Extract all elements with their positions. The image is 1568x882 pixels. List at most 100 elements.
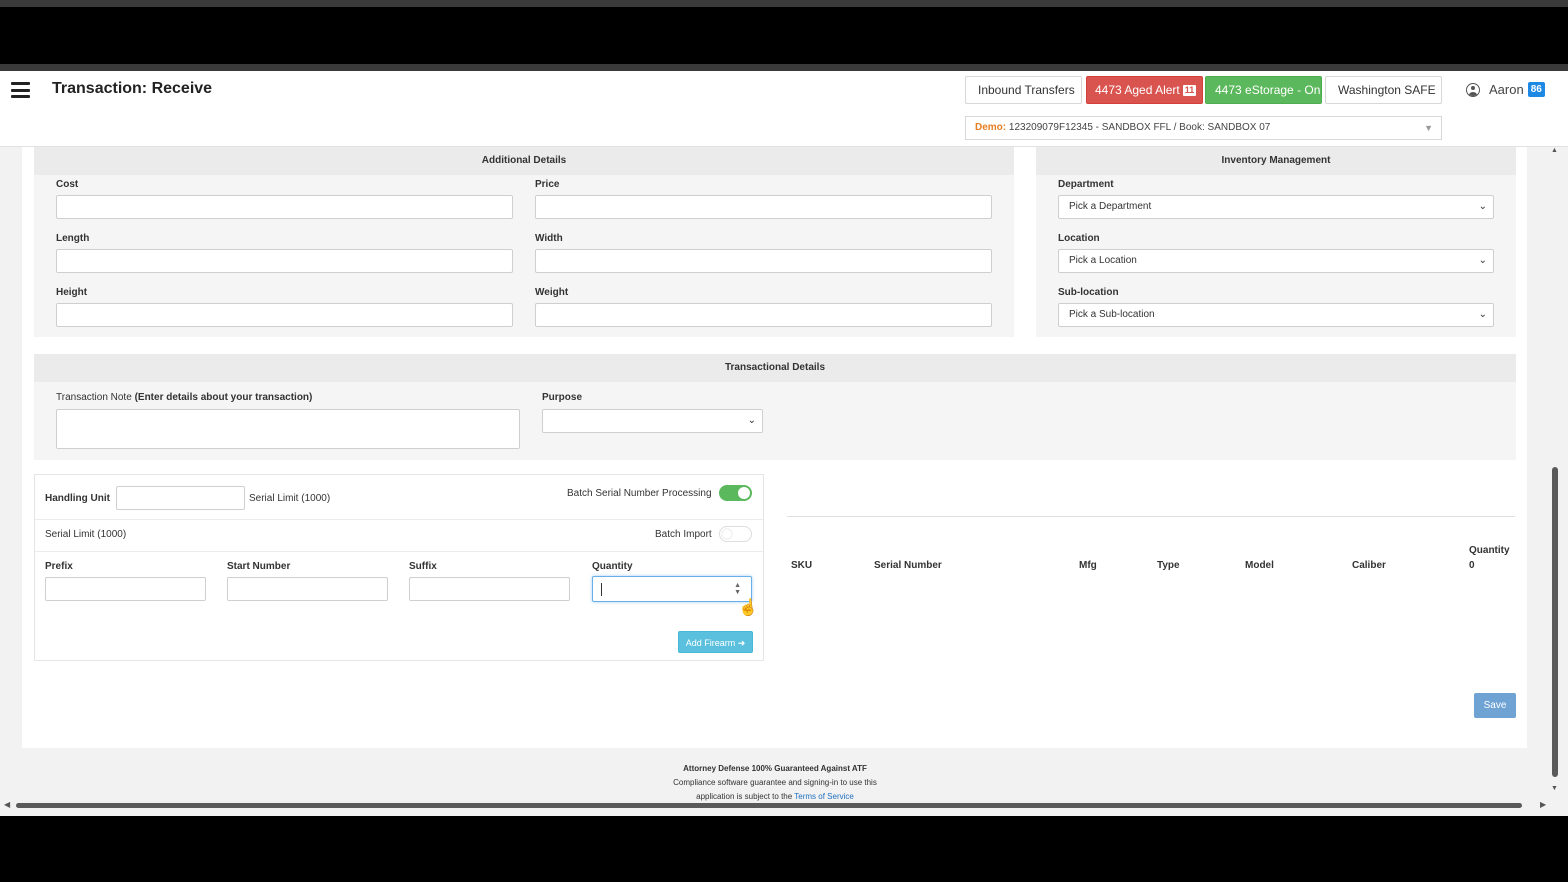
horizontal-scrollbar[interactable]: ◀ ▶: [0, 799, 1555, 811]
scroll-right-icon[interactable]: ▶: [1540, 800, 1546, 809]
user-menu[interactable]: Aaron 86: [1466, 82, 1545, 97]
inbound-transfers-button[interactable]: Inbound Transfers: [965, 76, 1082, 104]
serial-limit-text: Serial Limit (1000): [249, 493, 331, 504]
height-input[interactable]: [56, 303, 513, 327]
length-input[interactable]: [56, 249, 513, 273]
transaction-note-label: Transaction Note (Enter details about yo…: [56, 392, 312, 403]
column-header-mfg[interactable]: Mfg: [1079, 560, 1097, 571]
batch-import-toggle[interactable]: [719, 526, 752, 542]
suffix-label: Suffix: [409, 561, 437, 572]
horizontal-scroll-thumb[interactable]: [16, 803, 1522, 808]
height-label: Height: [56, 287, 88, 298]
demo-label: Demo:: [975, 122, 1007, 133]
table-header-divider: [787, 516, 1515, 517]
transaction-form-card: Additional Details Cost Price Length Wid…: [22, 147, 1527, 748]
scroll-up-icon[interactable]: ▲: [1551, 147, 1558, 154]
ffl-book-value: 123209079F12345 - SANDBOX FFL / Book: SA…: [1008, 122, 1271, 133]
chevron-down-icon: ▼: [1424, 123, 1433, 133]
ffl-book-select[interactable]: Demo: 123209079F12345 - SANDBOX FFL / Bo…: [965, 116, 1442, 140]
column-header-type[interactable]: Type: [1157, 560, 1180, 571]
add-firearm-button[interactable]: Add Firearm ➜: [678, 631, 753, 653]
column-header-model[interactable]: Model: [1245, 560, 1274, 571]
app-header: Transaction: Receive Inbound Transfers 4…: [0, 71, 1568, 147]
sublocation-label: Sub-location: [1058, 287, 1119, 298]
department-label: Department: [1058, 179, 1114, 190]
footer-guarantee: Attorney Defense 100% Guaranteed Against…: [683, 764, 867, 773]
cost-input[interactable]: [56, 195, 513, 219]
aged-alert-label: 4473 Aged Alert: [1095, 83, 1180, 97]
column-header-sku[interactable]: SKU: [791, 560, 812, 571]
start-number-input[interactable]: [227, 577, 388, 601]
aged-alert-badge: 11: [1182, 85, 1197, 96]
handling-unit-label: Handling Unit: [45, 493, 110, 504]
column-header-quantity[interactable]: Quantity: [1469, 545, 1510, 556]
scroll-left-icon[interactable]: ◀: [4, 800, 10, 809]
length-label: Length: [56, 233, 90, 244]
footer-compliance-text: Compliance software guarantee and signin…: [673, 778, 877, 787]
handling-unit-input[interactable]: [116, 486, 245, 510]
add-firearm-label: Add Firearm: [685, 638, 736, 648]
panel-divider: [35, 519, 763, 520]
vertical-scroll-thumb[interactable]: [1552, 467, 1558, 777]
page-title: Transaction: Receive: [52, 80, 213, 97]
transaction-note-hint: (Enter details about your transaction): [134, 392, 313, 403]
quantity-label: Quantity: [592, 561, 633, 572]
start-number-label: Start Number: [227, 561, 291, 572]
width-input[interactable]: [535, 249, 992, 273]
cost-label: Cost: [56, 179, 79, 190]
column-header-serial-number[interactable]: Serial Number: [874, 560, 942, 571]
location-value: Pick a Location: [1069, 255, 1137, 266]
sublocation-value: Pick a Sub-location: [1069, 309, 1155, 320]
user-badge: 86: [1527, 82, 1545, 97]
menu-icon[interactable]: [11, 82, 30, 98]
transaction-note-label-text: Transaction Note: [56, 392, 132, 403]
purpose-select[interactable]: ⌄: [542, 409, 763, 433]
additional-details-heading: Additional Details: [34, 147, 1014, 175]
transaction-note-textarea[interactable]: [56, 409, 520, 449]
batch-serial-toggle[interactable]: [719, 485, 752, 501]
chevron-down-icon: ⌄: [1478, 255, 1487, 266]
column-header-caliber[interactable]: Caliber: [1352, 560, 1386, 571]
weight-input[interactable]: [535, 303, 992, 327]
washington-safe-button[interactable]: Washington SAFE: [1325, 76, 1442, 104]
vertical-scrollbar[interactable]: ▲ ▼: [1549, 147, 1561, 797]
width-label: Width: [535, 233, 563, 244]
chevron-down-icon: ⌄: [1478, 309, 1487, 320]
hand-cursor-icon: ☝: [737, 599, 759, 618]
department-value: Pick a Department: [1069, 201, 1152, 212]
transactional-details-heading: Transactional Details: [34, 354, 1516, 382]
weight-label: Weight: [535, 287, 569, 298]
user-name: Aaron: [1489, 82, 1524, 97]
stepper-arrows-icon[interactable]: ▲ ▼: [734, 582, 741, 596]
location-select[interactable]: Pick a Location ⌄: [1058, 249, 1494, 273]
batch-serial-panel: Handling Unit Serial Limit (1000) Batch …: [34, 474, 764, 661]
app-screen: Transaction: Receive Inbound Transfers 4…: [0, 64, 1568, 816]
batch-import-label: Batch Import: [655, 529, 712, 540]
arrow-right-icon: ➜: [737, 638, 746, 648]
user-icon: [1466, 82, 1480, 97]
browser-top-bar: [0, 64, 1568, 71]
scroll-down-icon[interactable]: ▼: [1551, 785, 1558, 792]
prefix-input[interactable]: [45, 577, 206, 601]
price-input[interactable]: [535, 195, 992, 219]
save-button[interactable]: Save: [1474, 693, 1516, 718]
aged-alert-button[interactable]: 4473 Aged Alert 11: [1086, 76, 1203, 104]
serial-limit-text-2: Serial Limit (1000): [45, 529, 127, 540]
text-caret: [601, 583, 602, 596]
price-label: Price: [535, 179, 560, 190]
chevron-down-icon: ⌄: [1478, 201, 1487, 212]
quantity-total: 0: [1469, 560, 1475, 571]
estorage-button[interactable]: 4473 eStorage - On: [1205, 76, 1322, 104]
quantity-stepper[interactable]: ▲ ▼: [592, 576, 752, 602]
suffix-input[interactable]: [409, 577, 570, 601]
department-select[interactable]: Pick a Department ⌄: [1058, 195, 1494, 219]
purpose-label: Purpose: [542, 392, 583, 403]
location-label: Location: [1058, 233, 1100, 244]
chevron-down-icon: ⌄: [747, 415, 756, 426]
window-top-strip: [0, 0, 1568, 7]
sublocation-select[interactable]: Pick a Sub-location ⌄: [1058, 303, 1494, 327]
prefix-label: Prefix: [45, 561, 73, 572]
panel-divider: [35, 551, 763, 552]
inventory-management-heading: Inventory Management: [1036, 147, 1516, 175]
page-footer: Attorney Defense 100% Guaranteed Against…: [0, 762, 1550, 804]
